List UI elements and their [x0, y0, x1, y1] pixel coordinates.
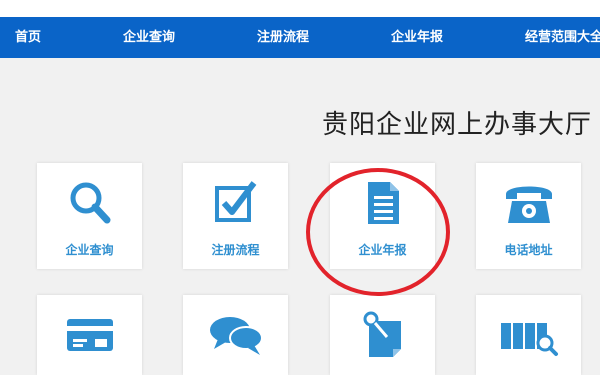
pinned-note-icon	[330, 311, 435, 359]
credit-card-icon	[37, 311, 142, 359]
nav-item-home[interactable]: 首页	[15, 17, 41, 58]
document-icon	[330, 179, 435, 227]
top-strip	[0, 0, 600, 17]
nav-item-business-scope[interactable]: 经营范围大全	[525, 17, 600, 58]
card-company-search[interactable]: 企业查询	[37, 163, 142, 269]
files-search-icon	[476, 311, 581, 359]
top-navbar: 首页 企业查询 注册流程 企业年报 经营范围大全	[0, 17, 600, 58]
card-registration-process[interactable]: 注册流程	[183, 163, 288, 269]
nav-item-company-search[interactable]: 企业查询	[123, 17, 175, 58]
card-label: 企业年报	[358, 243, 407, 257]
card-row2-3[interactable]	[330, 295, 435, 375]
page-title: 贵阳企业网上办事大厅	[322, 110, 593, 140]
chat-bubbles-icon	[183, 311, 288, 359]
nav-item-registration-process[interactable]: 注册流程	[257, 17, 309, 58]
telephone-icon	[476, 179, 581, 227]
card-label: 注册流程	[211, 243, 260, 257]
card-annual-report[interactable]: 企业年报	[330, 163, 435, 269]
checkbox-icon	[183, 179, 288, 227]
card-phone-address[interactable]: 电话地址	[476, 163, 581, 269]
card-label: 电话地址	[504, 243, 553, 257]
magnifier-icon	[37, 179, 142, 227]
nav-item-annual-report[interactable]: 企业年报	[391, 17, 443, 58]
card-row2-4[interactable]	[476, 295, 581, 375]
card-row2-1[interactable]	[37, 295, 142, 375]
card-label: 企业查询	[65, 243, 114, 257]
card-row2-2[interactable]	[183, 295, 288, 375]
